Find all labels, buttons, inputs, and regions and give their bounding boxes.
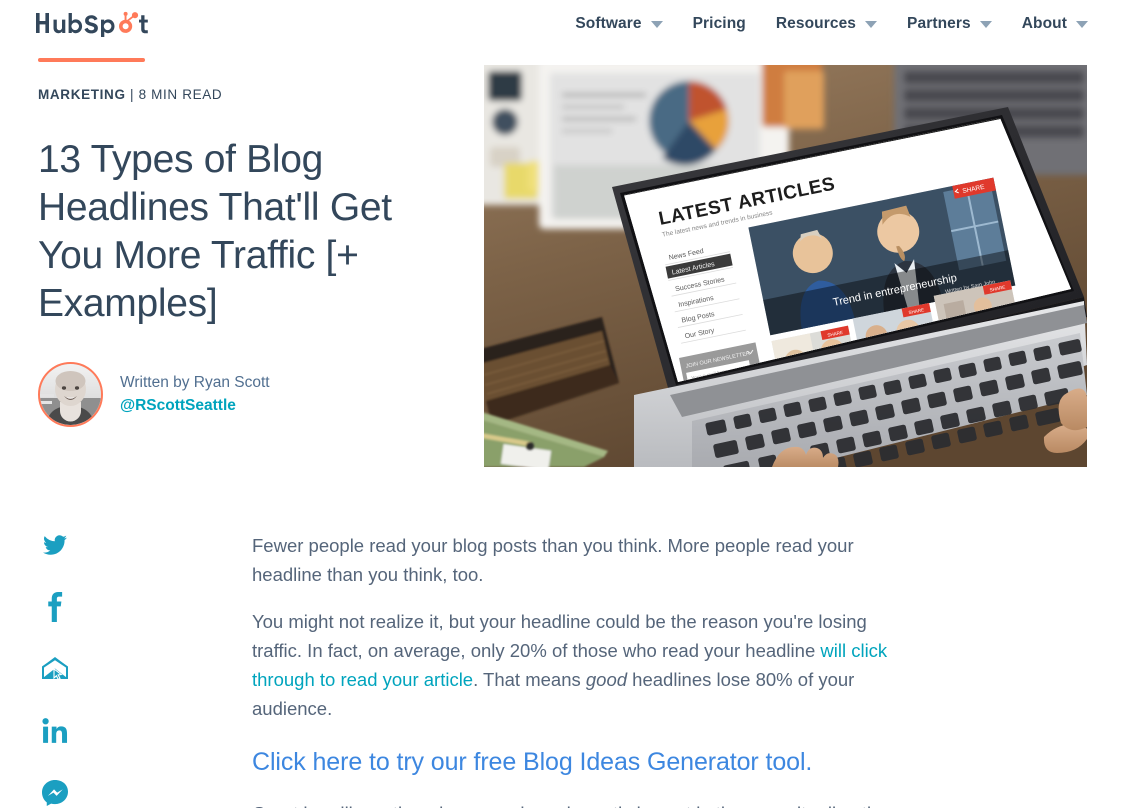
hubspot-logo-icon [36, 11, 148, 37]
hubspot-sprocket [119, 11, 139, 33]
article-body: Fewer people read your blog posts than y… [252, 531, 892, 808]
author-meta: Written by Ryan Scott @RScottSeattle [120, 374, 270, 414]
chevron-down-icon [865, 20, 878, 28]
emphasis-good: good [585, 669, 628, 690]
share-facebook-button[interactable] [38, 590, 72, 624]
paragraph-3-truncated: Great headlines, though, can make a dram… [252, 799, 892, 808]
facebook-icon [48, 592, 63, 622]
share-twitter-button[interactable] [38, 528, 72, 562]
nav-item-partners[interactable]: Partners [892, 0, 1007, 48]
chevron-down-icon [979, 20, 992, 28]
read-time-label: | 8 MIN READ [130, 87, 223, 102]
category-label[interactable]: MARKETING [38, 87, 126, 102]
twitter-icon [43, 535, 67, 555]
accent-bar [38, 58, 145, 62]
main-navigation: Software Pricing Resources Partners Abou… [560, 0, 1103, 48]
nav-item-software[interactable]: Software [560, 0, 677, 48]
nav-item-about[interactable]: About [1007, 0, 1103, 48]
article-header: MARKETING | 8 MIN READ 13 Types of Blog … [38, 58, 458, 427]
author-block: Written by Ryan Scott @RScottSeattle [38, 361, 458, 427]
author-avatar[interactable] [38, 361, 103, 427]
share-linkedin-button[interactable] [38, 714, 72, 748]
linkedin-icon [42, 718, 68, 743]
messenger-icon [42, 780, 68, 806]
avatar-image [40, 363, 101, 425]
page-root: Software Pricing Resources Partners Abou… [0, 0, 1127, 808]
hubspot-logo[interactable] [36, 10, 152, 38]
hero-illustration: Home News Blog Strategy Contact us Searc… [484, 65, 1087, 467]
share-email-button[interactable] [38, 652, 72, 686]
paragraph-2: You might not realize it, but your headl… [252, 607, 892, 723]
nav-item-resources[interactable]: Resources [761, 0, 892, 48]
author-handle-link[interactable]: @RScottSeattle [120, 397, 270, 414]
paragraph-2-text-2: . That means [473, 669, 586, 690]
nav-label: Software [575, 15, 642, 32]
email-icon [42, 657, 68, 681]
nav-label: Pricing [692, 15, 746, 32]
chevron-down-icon [650, 20, 663, 28]
hero-image: Home News Blog Strategy Contact us Searc… [484, 65, 1087, 467]
article-meta: MARKETING | 8 MIN READ [38, 88, 458, 102]
nav-label: About [1021, 15, 1067, 32]
nav-label: Resources [775, 15, 857, 32]
social-share-rail [38, 528, 78, 808]
cta-blog-ideas-generator-link[interactable]: Click here to try our free Blog Ideas Ge… [252, 745, 892, 779]
paragraph-1: Fewer people read your blog posts than y… [252, 535, 854, 585]
page-title: 13 Types of Blog Headlines That'll Get Y… [38, 137, 392, 325]
share-messenger-button[interactable] [38, 776, 72, 808]
nav-label: Partners [907, 15, 971, 32]
author-written-by: Written by Ryan Scott [120, 373, 270, 391]
chevron-down-icon [1076, 20, 1088, 28]
paragraph-2-text-1: You might not realize it, but your headl… [252, 611, 867, 661]
nav-item-pricing[interactable]: Pricing [678, 0, 761, 48]
site-header: Software Pricing Resources Partners Abou… [0, 0, 1127, 48]
